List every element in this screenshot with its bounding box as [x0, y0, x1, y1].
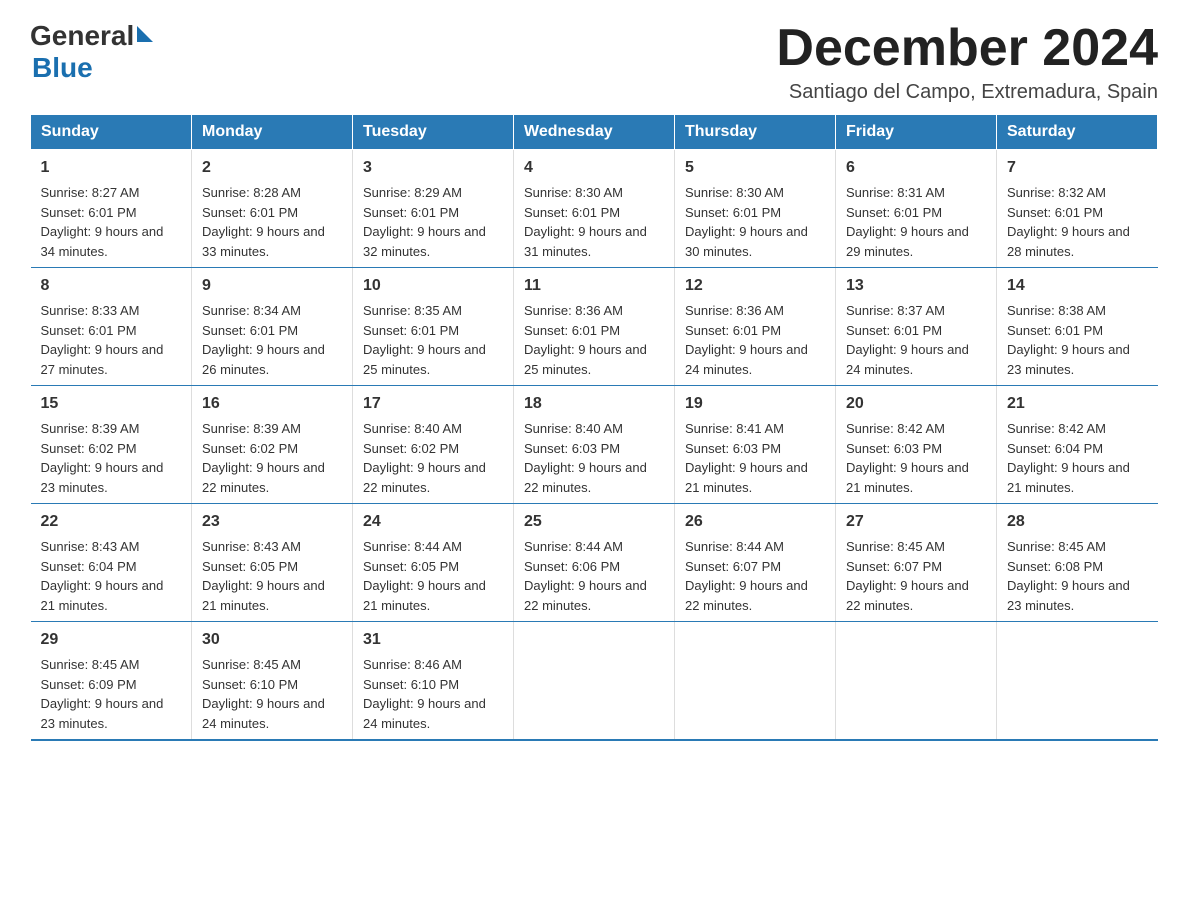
calendar-cell: 13Sunrise: 8:37 AMSunset: 6:01 PMDayligh…	[836, 268, 997, 386]
calendar-cell	[675, 622, 836, 741]
calendar-cell: 5Sunrise: 8:30 AMSunset: 6:01 PMDaylight…	[675, 150, 836, 268]
calendar-header-monday: Monday	[192, 115, 353, 150]
calendar-cell: 9Sunrise: 8:34 AMSunset: 6:01 PMDaylight…	[192, 268, 353, 386]
calendar-cell	[997, 622, 1158, 741]
page-subtitle: Santiago del Campo, Extremadura, Spain	[776, 81, 1158, 104]
calendar-cell: 20Sunrise: 8:42 AMSunset: 6:03 PMDayligh…	[836, 386, 997, 504]
calendar-header-row: SundayMondayTuesdayWednesdayThursdayFrid…	[31, 115, 1158, 150]
calendar-cell: 25Sunrise: 8:44 AMSunset: 6:06 PMDayligh…	[514, 504, 675, 622]
calendar-cell: 30Sunrise: 8:45 AMSunset: 6:10 PMDayligh…	[192, 622, 353, 741]
day-number: 7	[1007, 156, 1148, 180]
calendar-cell: 6Sunrise: 8:31 AMSunset: 6:01 PMDaylight…	[836, 150, 997, 268]
calendar-header-saturday: Saturday	[997, 115, 1158, 150]
calendar-cell: 28Sunrise: 8:45 AMSunset: 6:08 PMDayligh…	[997, 504, 1158, 622]
day-number: 26	[685, 510, 825, 534]
calendar-cell: 2Sunrise: 8:28 AMSunset: 6:01 PMDaylight…	[192, 150, 353, 268]
calendar-cell: 31Sunrise: 8:46 AMSunset: 6:10 PMDayligh…	[353, 622, 514, 741]
calendar-cell: 3Sunrise: 8:29 AMSunset: 6:01 PMDaylight…	[353, 150, 514, 268]
day-number: 31	[363, 628, 503, 652]
calendar-header-sunday: Sunday	[31, 115, 192, 150]
day-number: 17	[363, 392, 503, 416]
day-number: 8	[41, 274, 182, 298]
day-number: 23	[202, 510, 342, 534]
calendar-cell: 23Sunrise: 8:43 AMSunset: 6:05 PMDayligh…	[192, 504, 353, 622]
day-number: 30	[202, 628, 342, 652]
day-number: 28	[1007, 510, 1148, 534]
logo-general-text: General	[30, 20, 134, 52]
day-number: 24	[363, 510, 503, 534]
day-number: 9	[202, 274, 342, 298]
title-block: December 2024 Santiago del Campo, Extrem…	[776, 20, 1158, 104]
calendar-week-row: 15Sunrise: 8:39 AMSunset: 6:02 PMDayligh…	[31, 386, 1158, 504]
day-number: 22	[41, 510, 182, 534]
calendar-week-row: 8Sunrise: 8:33 AMSunset: 6:01 PMDaylight…	[31, 268, 1158, 386]
calendar-week-row: 1Sunrise: 8:27 AMSunset: 6:01 PMDaylight…	[31, 150, 1158, 268]
day-number: 10	[363, 274, 503, 298]
calendar-cell: 17Sunrise: 8:40 AMSunset: 6:02 PMDayligh…	[353, 386, 514, 504]
calendar-header-thursday: Thursday	[675, 115, 836, 150]
calendar-cell: 26Sunrise: 8:44 AMSunset: 6:07 PMDayligh…	[675, 504, 836, 622]
day-number: 3	[363, 156, 503, 180]
day-number: 4	[524, 156, 664, 180]
calendar-cell: 10Sunrise: 8:35 AMSunset: 6:01 PMDayligh…	[353, 268, 514, 386]
day-number: 13	[846, 274, 986, 298]
calendar-cell: 14Sunrise: 8:38 AMSunset: 6:01 PMDayligh…	[997, 268, 1158, 386]
calendar-cell: 21Sunrise: 8:42 AMSunset: 6:04 PMDayligh…	[997, 386, 1158, 504]
calendar-table: SundayMondayTuesdayWednesdayThursdayFrid…	[30, 114, 1158, 741]
calendar-cell: 18Sunrise: 8:40 AMSunset: 6:03 PMDayligh…	[514, 386, 675, 504]
calendar-header-tuesday: Tuesday	[353, 115, 514, 150]
page-title: December 2024	[776, 20, 1158, 77]
day-number: 25	[524, 510, 664, 534]
calendar-cell: 15Sunrise: 8:39 AMSunset: 6:02 PMDayligh…	[31, 386, 192, 504]
day-number: 21	[1007, 392, 1148, 416]
day-number: 16	[202, 392, 342, 416]
calendar-cell: 11Sunrise: 8:36 AMSunset: 6:01 PMDayligh…	[514, 268, 675, 386]
day-number: 19	[685, 392, 825, 416]
calendar-cell	[836, 622, 997, 741]
calendar-cell	[514, 622, 675, 741]
calendar-cell: 4Sunrise: 8:30 AMSunset: 6:01 PMDaylight…	[514, 150, 675, 268]
day-number: 2	[202, 156, 342, 180]
calendar-cell: 7Sunrise: 8:32 AMSunset: 6:01 PMDaylight…	[997, 150, 1158, 268]
calendar-cell: 27Sunrise: 8:45 AMSunset: 6:07 PMDayligh…	[836, 504, 997, 622]
day-number: 5	[685, 156, 825, 180]
calendar-header-wednesday: Wednesday	[514, 115, 675, 150]
calendar-cell: 22Sunrise: 8:43 AMSunset: 6:04 PMDayligh…	[31, 504, 192, 622]
logo-blue-text: Blue	[32, 52, 93, 84]
calendar-cell: 1Sunrise: 8:27 AMSunset: 6:01 PMDaylight…	[31, 150, 192, 268]
day-number: 14	[1007, 274, 1148, 298]
calendar-cell: 24Sunrise: 8:44 AMSunset: 6:05 PMDayligh…	[353, 504, 514, 622]
logo-triangle-icon	[137, 26, 153, 42]
logo-line1: General	[30, 20, 153, 52]
page-header: General Blue December 2024 Santiago del …	[30, 20, 1158, 104]
day-number: 15	[41, 392, 182, 416]
calendar-cell: 12Sunrise: 8:36 AMSunset: 6:01 PMDayligh…	[675, 268, 836, 386]
day-number: 6	[846, 156, 986, 180]
day-number: 20	[846, 392, 986, 416]
day-number: 11	[524, 274, 664, 298]
calendar-cell: 19Sunrise: 8:41 AMSunset: 6:03 PMDayligh…	[675, 386, 836, 504]
calendar-week-row: 22Sunrise: 8:43 AMSunset: 6:04 PMDayligh…	[31, 504, 1158, 622]
calendar-week-row: 29Sunrise: 8:45 AMSunset: 6:09 PMDayligh…	[31, 622, 1158, 741]
day-number: 12	[685, 274, 825, 298]
logo: General Blue	[30, 20, 153, 84]
day-number: 1	[41, 156, 182, 180]
calendar-cell: 29Sunrise: 8:45 AMSunset: 6:09 PMDayligh…	[31, 622, 192, 741]
day-number: 27	[846, 510, 986, 534]
calendar-header-friday: Friday	[836, 115, 997, 150]
day-number: 29	[41, 628, 182, 652]
calendar-cell: 16Sunrise: 8:39 AMSunset: 6:02 PMDayligh…	[192, 386, 353, 504]
calendar-cell: 8Sunrise: 8:33 AMSunset: 6:01 PMDaylight…	[31, 268, 192, 386]
day-number: 18	[524, 392, 664, 416]
